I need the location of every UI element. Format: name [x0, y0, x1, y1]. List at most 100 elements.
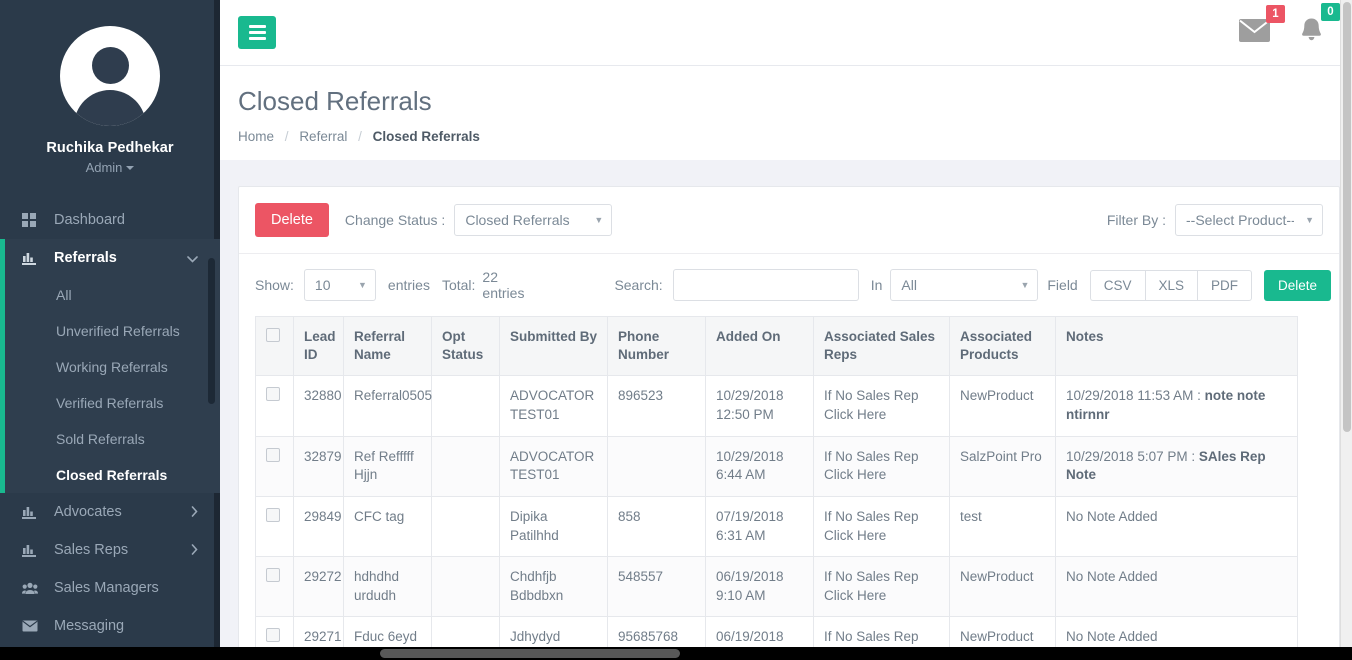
delete-selected-button[interactable]: Delete	[1264, 269, 1332, 301]
column-header-opt-status[interactable]: Opt Status	[431, 315, 500, 377]
row-checkbox[interactable]	[266, 568, 280, 583]
cell-added-on: 10/29/2018 6:44 AM	[705, 435, 814, 497]
cell-sales-reps-link[interactable]: If No Sales Rep Click Here	[813, 495, 950, 558]
column-header-referral-name[interactable]: Referral Name	[343, 315, 432, 377]
breadcrumb-item-current: Closed Referrals	[372, 129, 480, 144]
column-header-added-on[interactable]: Added On	[705, 315, 814, 377]
sidebar-subitem-closed-referrals[interactable]: Closed Referrals	[0, 457, 220, 493]
sidebar-content: Ruchika Pedhekar Admin Dashboard Referra…	[0, 0, 220, 660]
total-value: 22 entries	[482, 269, 525, 301]
profile-role-label: Admin	[85, 160, 123, 175]
filter-by-select[interactable]: --Select Product--	[1175, 204, 1323, 236]
select-all-header	[255, 315, 294, 377]
cell-submitted-by: Dipika Patilhhd	[499, 495, 608, 558]
cell-associated-products: SalzPoint Pro	[949, 435, 1056, 497]
row-checkbox[interactable]	[266, 507, 280, 522]
sidebar-item-referrals[interactable]: Referrals	[0, 239, 220, 277]
row-checkbox[interactable]	[266, 447, 280, 462]
cell-referral-name: Ref Refffff Hjjn	[343, 435, 432, 497]
delete-button[interactable]: Delete	[255, 203, 329, 237]
sidebar-item-dashboard[interactable]: Dashboard	[0, 201, 220, 239]
show-entries-select[interactable]: 10	[303, 269, 376, 301]
cell-referral-name: Referral0505	[343, 375, 432, 437]
breadcrumb-item-home[interactable]: Home	[238, 129, 274, 144]
cell-associated-products: NewProduct	[949, 375, 1056, 437]
column-header-notes[interactable]: Notes	[1055, 315, 1298, 377]
change-status-select-wrapper: Closed Referrals ▼	[454, 204, 613, 236]
cell-sales-reps-link[interactable]: If No Sales Rep Click Here	[813, 375, 950, 437]
column-header-submitted-by[interactable]: Submitted By	[499, 315, 608, 377]
sidebar: Ruchika Pedhekar Admin Dashboard Referra…	[0, 0, 220, 660]
breadcrumb-item-referral[interactable]: Referral	[299, 129, 347, 144]
field-select[interactable]: All	[890, 269, 1039, 301]
sidebar-item-advocates[interactable]: Advocates	[0, 493, 220, 531]
table-controls: Show: 10 ▼ entries Total: 22 entries Sea…	[239, 254, 1339, 316]
search-input[interactable]	[672, 269, 859, 301]
cell-lead-id: 29272	[293, 556, 344, 618]
app-root: Ruchika Pedhekar Admin Dashboard Referra…	[0, 0, 1352, 660]
sidebar-subitem-sold-referrals[interactable]: Sold Referrals	[0, 421, 220, 457]
search-label: Search:	[614, 277, 663, 293]
bar-chart-icon	[22, 505, 44, 519]
row-select-cell	[255, 375, 294, 437]
notifications-button[interactable]: 0	[1297, 2, 1340, 50]
column-header-associated-sales-reps[interactable]: Associated Sales Reps	[813, 315, 950, 377]
sidebar-item-sales-managers[interactable]: Sales Managers	[0, 569, 220, 607]
table-row[interactable]: 32880 Referral0505 ADVOCATOR TEST01 8965…	[255, 375, 1298, 437]
page-vertical-scrollbar-thumb[interactable]	[1343, 2, 1351, 432]
sidebar-item-sales-reps[interactable]: Sales Reps	[0, 531, 220, 569]
sidebar-item-label: Sales Managers	[54, 580, 159, 596]
show-entries-wrapper: 10 ▼	[303, 269, 376, 301]
cell-phone-number	[607, 435, 706, 497]
select-all-checkbox[interactable]	[266, 328, 280, 342]
caret-down-icon	[126, 166, 135, 170]
sidebar-subitem-verified-referrals[interactable]: Verified Referrals	[0, 385, 220, 421]
row-checkbox[interactable]	[266, 387, 280, 402]
sidebar-nav: Dashboard Referrals All Unverified Refer…	[0, 201, 220, 645]
profile-role[interactable]: Admin	[0, 160, 220, 175]
cell-associated-products: NewProduct	[949, 556, 1056, 618]
envelope-icon	[1238, 18, 1271, 47]
sidebar-item-messaging[interactable]: Messaging	[0, 607, 220, 645]
table-row[interactable]: 32879 Ref Refffff Hjjn ADVOCATOR TEST01 …	[255, 435, 1298, 497]
sidebar-subitem-unverified-referrals[interactable]: Unverified Referrals	[0, 313, 220, 349]
row-select-cell	[255, 495, 294, 558]
change-status-select[interactable]: Closed Referrals	[454, 204, 613, 236]
page-horizontal-scrollbar[interactable]	[0, 647, 1340, 660]
breadcrumb: Home / Referral / Closed Referrals	[238, 129, 1352, 144]
profile-name: Ruchika Pedhekar	[46, 140, 174, 156]
column-header-associated-products[interactable]: Associated Products	[949, 315, 1056, 377]
page-vertical-scrollbar[interactable]	[1340, 0, 1352, 660]
table-body: 32880 Referral0505 ADVOCATOR TEST01 8965…	[255, 375, 1298, 660]
cell-phone-number: 548557	[607, 556, 706, 618]
cell-sales-reps-link[interactable]: If No Sales Rep Click Here	[813, 556, 950, 618]
column-header-phone-number[interactable]: Phone Number	[607, 315, 706, 377]
cell-sales-reps-link[interactable]: If No Sales Rep Click Here	[813, 435, 950, 497]
grid-icon	[22, 213, 44, 227]
entries-label: entries	[387, 277, 430, 293]
menu-toggle-button[interactable]	[238, 16, 276, 49]
users-icon	[22, 582, 44, 595]
cell-added-on: 06/19/2018 9:10 AM	[705, 556, 814, 618]
sidebar-subitem-all[interactable]: All	[0, 277, 220, 313]
sidebar-scrollbar-thumb[interactable]	[208, 258, 215, 404]
breadcrumb-separator: /	[284, 129, 289, 144]
sidebar-subitem-working-referrals[interactable]: Working Referrals	[0, 349, 220, 385]
bar-chart-icon	[22, 251, 44, 265]
sidebar-item-label: Dashboard	[54, 212, 125, 228]
export-pdf-button[interactable]: PDF	[1197, 269, 1253, 301]
export-xls-button[interactable]: XLS	[1144, 269, 1198, 301]
cell-submitted-by: ADVOCATOR TEST01	[499, 435, 608, 497]
export-csv-button[interactable]: CSV	[1089, 269, 1145, 301]
table-row[interactable]: 29849 CFC tag Dipika Patilhhd 858 07/19/…	[255, 495, 1298, 558]
row-select-cell	[255, 556, 294, 618]
messages-button[interactable]: 1	[1238, 4, 1285, 48]
table-row[interactable]: 29272 hdhdhd urdudh Chdhfjb Bdbdbxn 5485…	[255, 556, 1298, 618]
cell-notes: No Note Added	[1055, 556, 1298, 618]
user-avatar-icon	[60, 26, 160, 126]
page-title: Closed Referrals	[238, 86, 432, 116]
page-horizontal-scrollbar-thumb[interactable]	[380, 649, 680, 658]
envelope-icon	[22, 620, 44, 632]
row-checkbox[interactable]	[266, 628, 280, 643]
column-header-lead-id[interactable]: Lead ID	[293, 315, 344, 377]
